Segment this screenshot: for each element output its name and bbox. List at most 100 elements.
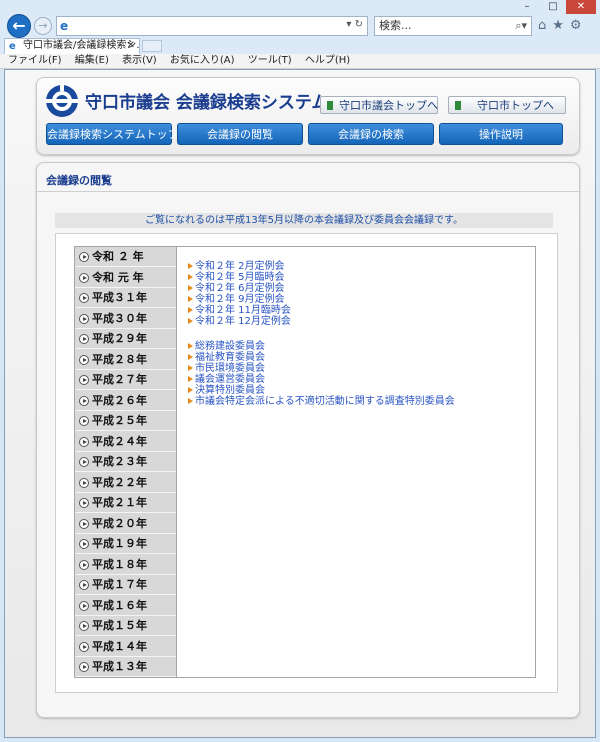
site-title: 守口市議会 会議録検索システム	[85, 93, 329, 113]
square-bullet-icon	[327, 101, 333, 110]
nav-system-top-label: 会議録検索システムトップ	[47, 128, 179, 141]
forward-arrow-icon[interactable]: →	[34, 17, 52, 35]
committee-link[interactable]: 市議会特定会派による不適切活動に関する調査特別委員会	[188, 396, 528, 407]
nav-browse-label: 会議録の閲覧	[207, 128, 273, 141]
gear-icon[interactable]: ⚙	[570, 18, 588, 33]
year-label: 平成２４年	[92, 434, 147, 448]
year-item[interactable]: 平成１４年	[75, 637, 176, 657]
close-window-button[interactable]: ✕	[566, 0, 596, 14]
city-top-label: 守口市トップへ	[477, 99, 554, 112]
tab-strip: e 守口市議会/会議録検索シ... ✕	[0, 38, 600, 54]
close-tab-icon[interactable]: ✕	[127, 39, 135, 53]
minimize-button[interactable]: –	[514, 0, 540, 14]
year-label: 平成１４年	[92, 639, 147, 653]
year-item[interactable]: 令和 元 年	[75, 268, 176, 288]
new-tab-button[interactable]	[142, 40, 162, 52]
year-label: 平成２１年	[92, 496, 147, 509]
menu-edit[interactable]: 編集(E)	[75, 55, 109, 66]
year-item[interactable]: 平成２３年	[75, 452, 176, 472]
council-top-button[interactable]: 守口市議会トップへ	[320, 96, 438, 114]
committee-link[interactable]: 市民環境委員会	[188, 363, 528, 374]
meeting-link-list: 令和２年 2月定例会 令和２年 5月臨時会 令和２年 6月定例会 令和２年 9月定例会…	[188, 261, 528, 407]
year-item[interactable]: 平成１６年	[75, 596, 176, 616]
nav-search[interactable]: 会議録の検索	[308, 123, 434, 145]
plenary-meeting-link[interactable]: 令和２年 2月定例会	[188, 261, 528, 272]
menu-file[interactable]: ファイル(F)	[8, 55, 62, 66]
year-item[interactable]: 平成２５年	[75, 411, 176, 431]
year-item[interactable]: 平成３１年	[75, 288, 176, 308]
menu-view[interactable]: 表示(V)	[122, 55, 157, 66]
circle-arrow-icon	[79, 621, 89, 631]
nav-browse[interactable]: 会議録の閲覧	[177, 123, 303, 145]
nav-help[interactable]: 操作説明	[439, 123, 563, 145]
search-placeholder: 検索...	[379, 19, 412, 32]
year-item[interactable]: 平成１８年	[75, 555, 176, 575]
year-item[interactable]: 平成１９年	[75, 534, 176, 554]
plenary-meeting-link[interactable]: 令和２年 5月臨時会	[188, 272, 528, 283]
back-arrow-icon[interactable]: ←	[7, 14, 31, 38]
archive-table: 令和 ２ 年令和 元 年平成３１年平成３０年 平成２９年 平成２８年平成２７年平成２…	[74, 246, 536, 678]
year-item[interactable]: 平成２０年	[75, 514, 176, 534]
year-item[interactable]: 平成１３年	[75, 657, 176, 677]
year-item[interactable]: 平成２６年	[75, 391, 176, 411]
circle-arrow-icon	[79, 580, 89, 590]
menu-favorites[interactable]: お気に入り(A)	[170, 55, 235, 66]
circle-arrow-icon	[79, 354, 89, 365]
home-icon[interactable]: ⌂	[538, 18, 552, 33]
year-list: 令和 ２ 年令和 元 年平成３１年平成３０年 平成２９年 平成２８年平成２７年平成２…	[75, 247, 177, 677]
plenary-meeting-link[interactable]: 令和２年 11月臨時会	[188, 305, 528, 316]
window-controls: – □ ✕	[512, 0, 596, 14]
circle-arrow-icon	[79, 457, 89, 467]
refresh-icon[interactable]: ▾ ↻	[346, 19, 363, 30]
menu-tools[interactable]: ツール(T)	[248, 55, 292, 66]
url-field[interactable]: e ▾ ↻	[56, 16, 368, 36]
committee-link[interactable]: 決算特別委員会	[188, 385, 528, 396]
year-item[interactable]: 平成２８年	[75, 350, 176, 370]
year-item[interactable]: 令和 ２ 年	[75, 247, 176, 267]
year-label: 平成２３年	[92, 455, 147, 468]
year-label: 平成１９年	[92, 537, 147, 550]
menu-help[interactable]: ヘルプ(H)	[305, 55, 350, 66]
notice-text: ご覧になれるのは平成13年5月以降の本会議録及び委員会会議録です。	[55, 213, 553, 228]
circle-arrow-icon	[79, 559, 89, 570]
year-item[interactable]: 平成１７年	[75, 575, 176, 595]
square-bullet-icon	[455, 101, 461, 110]
plenary-meeting-link[interactable]: 令和２年 6月定例会	[188, 283, 528, 294]
maximize-button[interactable]: □	[540, 0, 566, 14]
year-label: 平成１５年	[92, 619, 147, 632]
circle-arrow-icon	[79, 272, 89, 283]
tab-active[interactable]: e 守口市議会/会議録検索シ... ✕	[4, 38, 140, 54]
content-box: 令和 ２ 年令和 元 年平成３１年平成３０年 平成２９年 平成２８年平成２７年平成２…	[55, 233, 558, 693]
year-label: 平成３１年	[92, 291, 147, 304]
year-item[interactable]: 平成２１年	[75, 493, 176, 513]
plenary-meeting-link[interactable]: 令和２年 9月定例会	[188, 294, 528, 305]
circle-arrow-icon	[79, 313, 89, 324]
year-item[interactable]: 平成２４年	[75, 432, 176, 452]
year-label: 平成２７年	[92, 373, 147, 386]
year-item[interactable]: 平成３０年	[75, 309, 176, 329]
year-item[interactable]: 平成１５年	[75, 616, 176, 636]
city-top-button[interactable]: 守口市トップへ	[448, 96, 566, 114]
year-label: 令和 元 年	[92, 270, 144, 284]
circle-arrow-icon	[79, 436, 89, 447]
favorites-star-icon[interactable]: ★	[552, 18, 570, 33]
city-emblem-icon	[46, 85, 78, 117]
year-item[interactable]: 平成２２年	[75, 473, 176, 493]
circle-arrow-icon	[79, 498, 89, 508]
committee-link[interactable]: 総務建設委員会	[188, 341, 528, 352]
ie-tab-icon: e	[9, 41, 16, 52]
year-item[interactable]: 平成２７年	[75, 370, 176, 390]
year-label: 平成１８年	[92, 557, 147, 571]
search-input[interactable]: 検索... ⌕▾	[374, 16, 532, 36]
tab-title: 守口市議会/会議録検索シ...	[23, 40, 140, 51]
nav-search-label: 会議録の検索	[338, 128, 404, 141]
address-bar-area: – □ ✕ ← → e ▾ ↻ 検索... ⌕▾ ⌂★⚙	[0, 0, 600, 38]
committee-link[interactable]: 福祉教育委員会	[188, 352, 528, 363]
circle-arrow-icon	[79, 641, 89, 652]
plenary-meeting-link[interactable]: 令和２年 12月定例会	[188, 316, 528, 327]
search-icon[interactable]: ⌕▾	[515, 17, 527, 35]
nav-system-top[interactable]: 会議録検索システムトップ	[46, 123, 179, 145]
year-item[interactable]: 平成２９年	[75, 329, 176, 349]
committee-link[interactable]: 議会運営委員会	[188, 374, 528, 385]
circle-arrow-icon	[79, 395, 89, 406]
